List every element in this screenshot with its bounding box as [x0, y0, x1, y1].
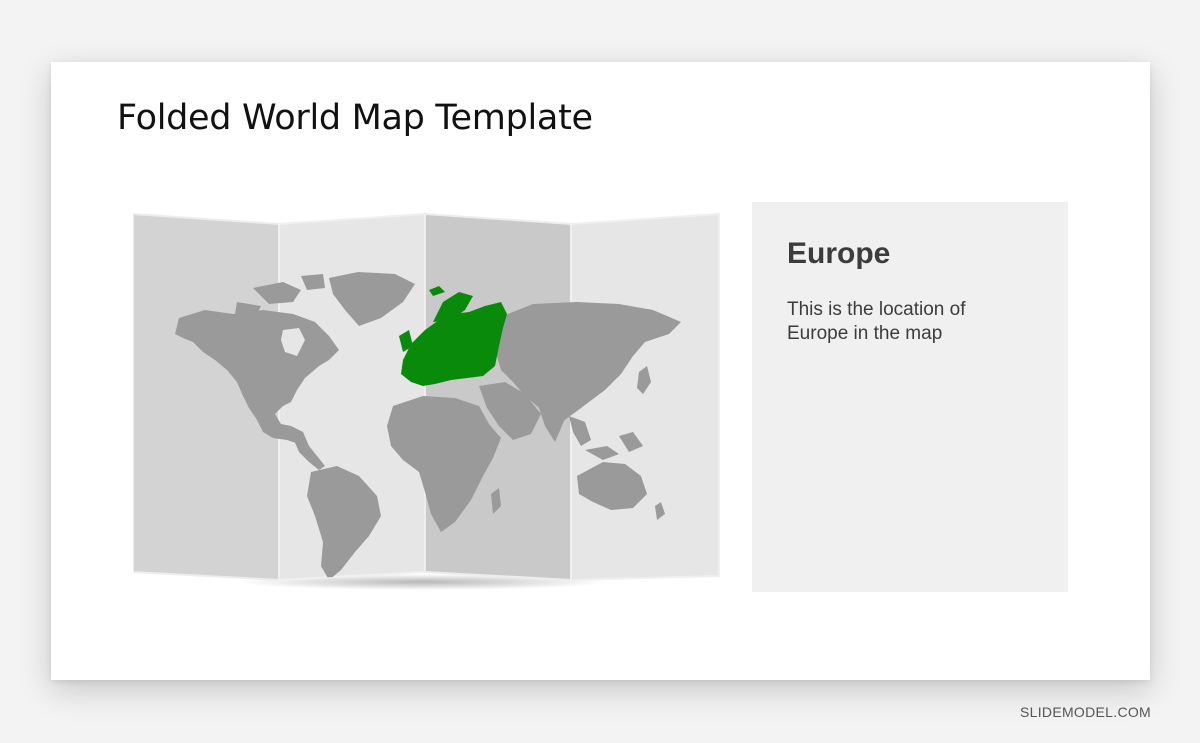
watermark: SLIDEMODEL.COM: [1020, 704, 1151, 720]
info-line-1: This is the location of: [787, 299, 966, 320]
folded-world-map: [133, 210, 723, 590]
slide: Folded World Map Template Europe This is…: [51, 62, 1150, 680]
info-line-2: Europe in the map: [787, 323, 943, 344]
info-description: This is the location of Europe in the ma…: [787, 298, 1047, 346]
info-heading: Europe: [787, 237, 891, 270]
info-panel: Europe This is the location of Europe in…: [752, 202, 1068, 592]
slide-title: Folded World Map Template: [117, 98, 593, 138]
